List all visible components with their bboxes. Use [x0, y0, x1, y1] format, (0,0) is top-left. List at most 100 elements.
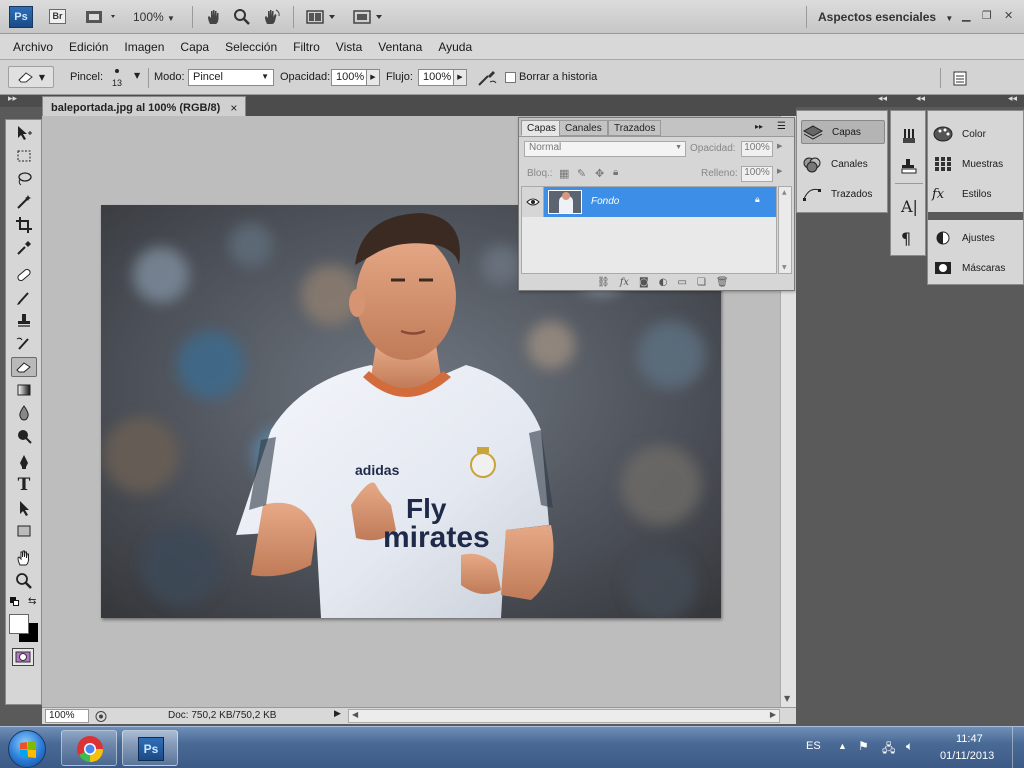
collapse-panels-icon-3[interactable]: ◂◂ [1008, 94, 1017, 104]
volume-icon[interactable]: 🔈︎ [906, 739, 913, 754]
hand-tool-button[interactable] [204, 8, 224, 26]
tab-capas[interactable]: Capas [521, 120, 562, 136]
bridge-button[interactable]: Br [49, 9, 66, 24]
shape-tool[interactable] [11, 521, 37, 541]
scroll-down-icon[interactable]: ▼ [784, 694, 790, 703]
link-layers-icon[interactable]: ⛓ [597, 277, 610, 288]
opacity-input[interactable]: 100% [331, 69, 367, 86]
blur-tool[interactable] [11, 403, 37, 423]
dock-item-trazados[interactable]: Trazados [801, 182, 872, 206]
menu-ventana[interactable]: Ventana [378, 40, 422, 54]
show-hidden-icons-icon[interactable]: ▲ [838, 741, 847, 751]
panel-menu-icon[interactable]: ☰ [777, 121, 786, 132]
clock-date[interactable]: 01/11/2013 [940, 750, 994, 762]
tool-presets-icon[interactable] [899, 127, 919, 148]
status-menu-arrow-icon[interactable]: ▶ [334, 709, 346, 723]
swap-colors-icon[interactable]: ⇆ [28, 596, 36, 607]
clone-source-icon[interactable] [899, 157, 919, 178]
horizontal-scrollbar[interactable]: ◀ ▶ [348, 709, 780, 723]
layer-visibility-toggle[interactable] [522, 187, 544, 217]
status-zoom-input[interactable]: 100% [45, 709, 89, 723]
dock-item-color[interactable]: Color [932, 122, 986, 146]
restore-icon[interactable]: ❐ [982, 9, 992, 22]
opacity-slider-button[interactable]: ▶ [367, 69, 380, 86]
dock-item-estilos[interactable]: fx Estilos [932, 182, 991, 206]
document-tab[interactable]: baleportada.jpg al 100% (RGB/8) × [42, 96, 247, 116]
erase-to-history-checkbox[interactable] [505, 72, 516, 83]
path-selection-tool[interactable] [11, 498, 37, 518]
new-group-icon[interactable]: ▭ [677, 277, 686, 288]
brush-tool[interactable] [11, 288, 37, 308]
lock-all-icon[interactable]: 🔒︎ [613, 167, 618, 178]
menu-filtro[interactable]: Filtro [293, 40, 320, 54]
clone-stamp-tool[interactable] [11, 311, 37, 331]
rotate-view-button[interactable] [261, 8, 283, 26]
clock-time[interactable]: 11:47 [956, 733, 983, 745]
brush-picker[interactable]: 13 ▼ [104, 67, 146, 89]
new-layer-icon[interactable]: ❏ [697, 277, 706, 288]
eyedropper-tool[interactable] [11, 238, 37, 258]
history-brush-tool[interactable] [11, 334, 37, 354]
scroll-right-icon[interactable]: ▶ [770, 710, 776, 719]
airbrush-button[interactable] [476, 68, 498, 88]
dock-item-mascaras[interactable]: Máscaras [932, 256, 1005, 280]
tab-canales[interactable]: Canales [559, 120, 608, 136]
menu-edicion[interactable]: Edición [69, 40, 108, 54]
status-info-button[interactable] [94, 710, 108, 723]
gradient-tool[interactable] [11, 380, 37, 400]
adjustment-layer-icon[interactable]: ◐ [659, 277, 668, 288]
flow-input[interactable]: 100% [418, 69, 454, 86]
expand-tools-icon[interactable]: ▸▸ [8, 94, 17, 104]
show-desktop-button[interactable] [1012, 727, 1024, 768]
tab-trazados[interactable]: Trazados [608, 120, 662, 136]
foreground-color-swatch[interactable] [9, 614, 29, 634]
close-icon[interactable]: ✕ [1004, 9, 1013, 22]
scroll-left-icon[interactable]: ◀ [352, 710, 358, 719]
photoshop-logo[interactable]: Ps [9, 6, 33, 28]
taskbar-chrome-button[interactable] [61, 730, 117, 766]
dock-item-canales[interactable]: Canales [801, 152, 868, 176]
menu-ayuda[interactable]: Ayuda [438, 40, 472, 54]
pen-tool[interactable] [11, 452, 37, 472]
menu-seleccion[interactable]: Selección [225, 40, 277, 54]
panel-toggle-button[interactable] [952, 70, 968, 86]
minimize-icon[interactable]: ▁ [962, 9, 970, 22]
language-indicator[interactable]: ES [806, 740, 821, 752]
fill-arrow-icon[interactable]: ▶ [777, 167, 782, 175]
network-icon[interactable]: 🖧︎ [882, 739, 895, 760]
layer-opacity-input[interactable]: 100% [741, 141, 773, 157]
marquee-tool[interactable] [11, 146, 37, 166]
scroll-up-icon[interactable]: ▲ [782, 189, 787, 196]
close-tab-icon[interactable]: × [230, 101, 237, 115]
lock-transparent-icon[interactable]: ▦ [559, 167, 569, 180]
character-panel-icon[interactable]: A| [901, 197, 918, 216]
taskbar-photoshop-button[interactable]: Ps [122, 730, 178, 766]
menu-capa[interactable]: Capa [180, 40, 209, 54]
menu-imagen[interactable]: Imagen [124, 40, 164, 54]
zoom-tool-button[interactable] [232, 8, 252, 26]
layer-row-fondo[interactable]: Fondo 🔒︎ [522, 187, 776, 217]
tool-preset-picker[interactable]: ▼ [8, 66, 54, 88]
hand-tool[interactable] [11, 548, 37, 568]
type-tool[interactable]: T [11, 475, 37, 495]
layers-scrollbar[interactable]: ▲ ▼ [778, 186, 792, 274]
quick-selection-tool[interactable] [11, 192, 37, 212]
menu-archivo[interactable]: Archivo [13, 40, 53, 54]
start-button[interactable] [8, 730, 46, 768]
blend-mode-dropdown[interactable]: Normal ▼ [524, 141, 686, 157]
workspace-switcher[interactable]: Aspectos esenciales ▼ [818, 10, 953, 24]
screen-mode-button[interactable] [82, 8, 122, 26]
panel-collapse-icon[interactable]: ▸▸ [755, 122, 763, 131]
add-mask-icon[interactable]: ◙ [639, 277, 649, 288]
zoom-level-dropdown[interactable]: 100% ▼ [133, 10, 175, 24]
arrange-documents-button[interactable] [305, 8, 341, 26]
delete-layer-icon[interactable]: 🗑︎ [716, 277, 729, 288]
healing-brush-tool[interactable] [11, 265, 37, 285]
flow-slider-button[interactable]: ▶ [454, 69, 467, 86]
dock-item-ajustes[interactable]: Ajustes [932, 226, 995, 250]
eraser-tool[interactable] [11, 357, 37, 377]
collapse-panels-icon-2[interactable]: ◂◂ [916, 94, 925, 104]
opacity-arrow-icon[interactable]: ▶ [777, 142, 782, 150]
layer-name[interactable]: Fondo [591, 196, 619, 207]
quick-mask-button[interactable] [12, 648, 34, 666]
